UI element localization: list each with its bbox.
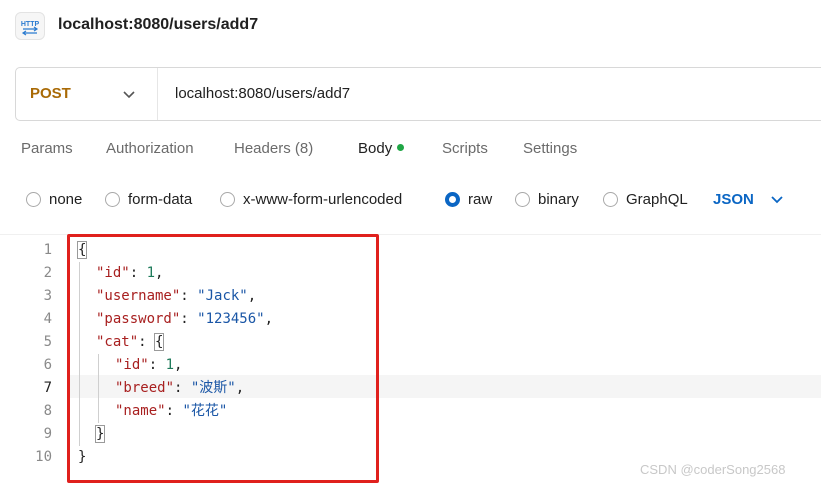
watermark: CSDN @coderSong2568 bbox=[640, 462, 786, 477]
code-line: } bbox=[94, 425, 106, 443]
body-editor[interactable]: 1 2 3 4 5 6 7 8 9 10 { "id": 1, "usernam… bbox=[0, 234, 821, 486]
radio-binary[interactable]: binary bbox=[515, 187, 579, 211]
request-header: HTTP localhost:8080/users/add7 bbox=[0, 0, 821, 52]
tab-authorization[interactable]: Authorization bbox=[106, 140, 194, 157]
line-number: 5 bbox=[43, 334, 52, 350]
tab-settings[interactable]: Settings bbox=[523, 140, 577, 157]
line-number: 8 bbox=[43, 403, 52, 419]
tab-headers[interactable]: Headers (8) bbox=[234, 140, 313, 157]
radio-circle bbox=[603, 191, 618, 207]
body-indicator-dot bbox=[397, 144, 405, 151]
code-line-current: "breed": "波斯", bbox=[115, 380, 245, 396]
line-number-current: 7 bbox=[43, 380, 52, 396]
tab-body[interactable]: Body bbox=[358, 140, 405, 157]
http-request-icon: HTTP bbox=[15, 12, 45, 40]
line-number: 6 bbox=[43, 357, 52, 373]
line-number: 2 bbox=[43, 265, 52, 281]
code-line: "id": 1, bbox=[96, 265, 164, 281]
code-line: "name": "花花" bbox=[115, 403, 228, 419]
url-bar: POST localhost:8080/users/add7 bbox=[15, 67, 821, 121]
line-number: 10 bbox=[35, 449, 52, 465]
indent-guide bbox=[79, 262, 80, 446]
radio-graphql[interactable]: GraphQL bbox=[603, 187, 688, 211]
request-title[interactable]: localhost:8080/users/add7 bbox=[58, 16, 258, 34]
format-label: JSON bbox=[713, 190, 754, 208]
line-number: 9 bbox=[43, 426, 52, 442]
headers-count: (8) bbox=[294, 140, 314, 157]
url-input[interactable]: localhost:8080/users/add7 bbox=[175, 85, 350, 102]
body-type-selector: none form-data x-www-form-urlencoded raw… bbox=[0, 187, 821, 211]
code-line: { bbox=[76, 241, 88, 259]
indent-guide bbox=[98, 354, 99, 423]
format-select[interactable]: JSON bbox=[713, 187, 784, 211]
code-line: "cat": { bbox=[96, 333, 165, 351]
radio-circle bbox=[220, 191, 235, 207]
radio-circle bbox=[105, 191, 120, 207]
radio-x-www-form-urlencoded[interactable]: x-www-form-urlencoded bbox=[220, 187, 402, 211]
radio-raw[interactable]: raw bbox=[445, 187, 492, 211]
radio-form-data[interactable]: form-data bbox=[105, 187, 192, 211]
code-line: "id": 1, bbox=[115, 357, 183, 373]
tab-scripts[interactable]: Scripts bbox=[442, 140, 488, 157]
radio-circle bbox=[26, 191, 41, 207]
radio-none[interactable]: none bbox=[26, 187, 82, 211]
radio-circle bbox=[515, 191, 530, 207]
code-line: "username": "Jack", bbox=[96, 288, 257, 304]
line-number: 1 bbox=[43, 242, 52, 258]
code-line: } bbox=[78, 449, 87, 465]
tab-params[interactable]: Params bbox=[21, 140, 73, 157]
chevron-down-icon bbox=[771, 196, 783, 204]
line-number: 4 bbox=[43, 311, 52, 327]
method-label: POST bbox=[30, 85, 71, 102]
code-line: "password": "123456", bbox=[96, 311, 274, 327]
chevron-down-icon bbox=[123, 91, 135, 99]
radio-circle-selected bbox=[445, 191, 460, 207]
method-select[interactable]: POST bbox=[16, 68, 158, 120]
svg-text:HTTP: HTTP bbox=[21, 21, 40, 28]
line-number: 3 bbox=[43, 288, 52, 304]
